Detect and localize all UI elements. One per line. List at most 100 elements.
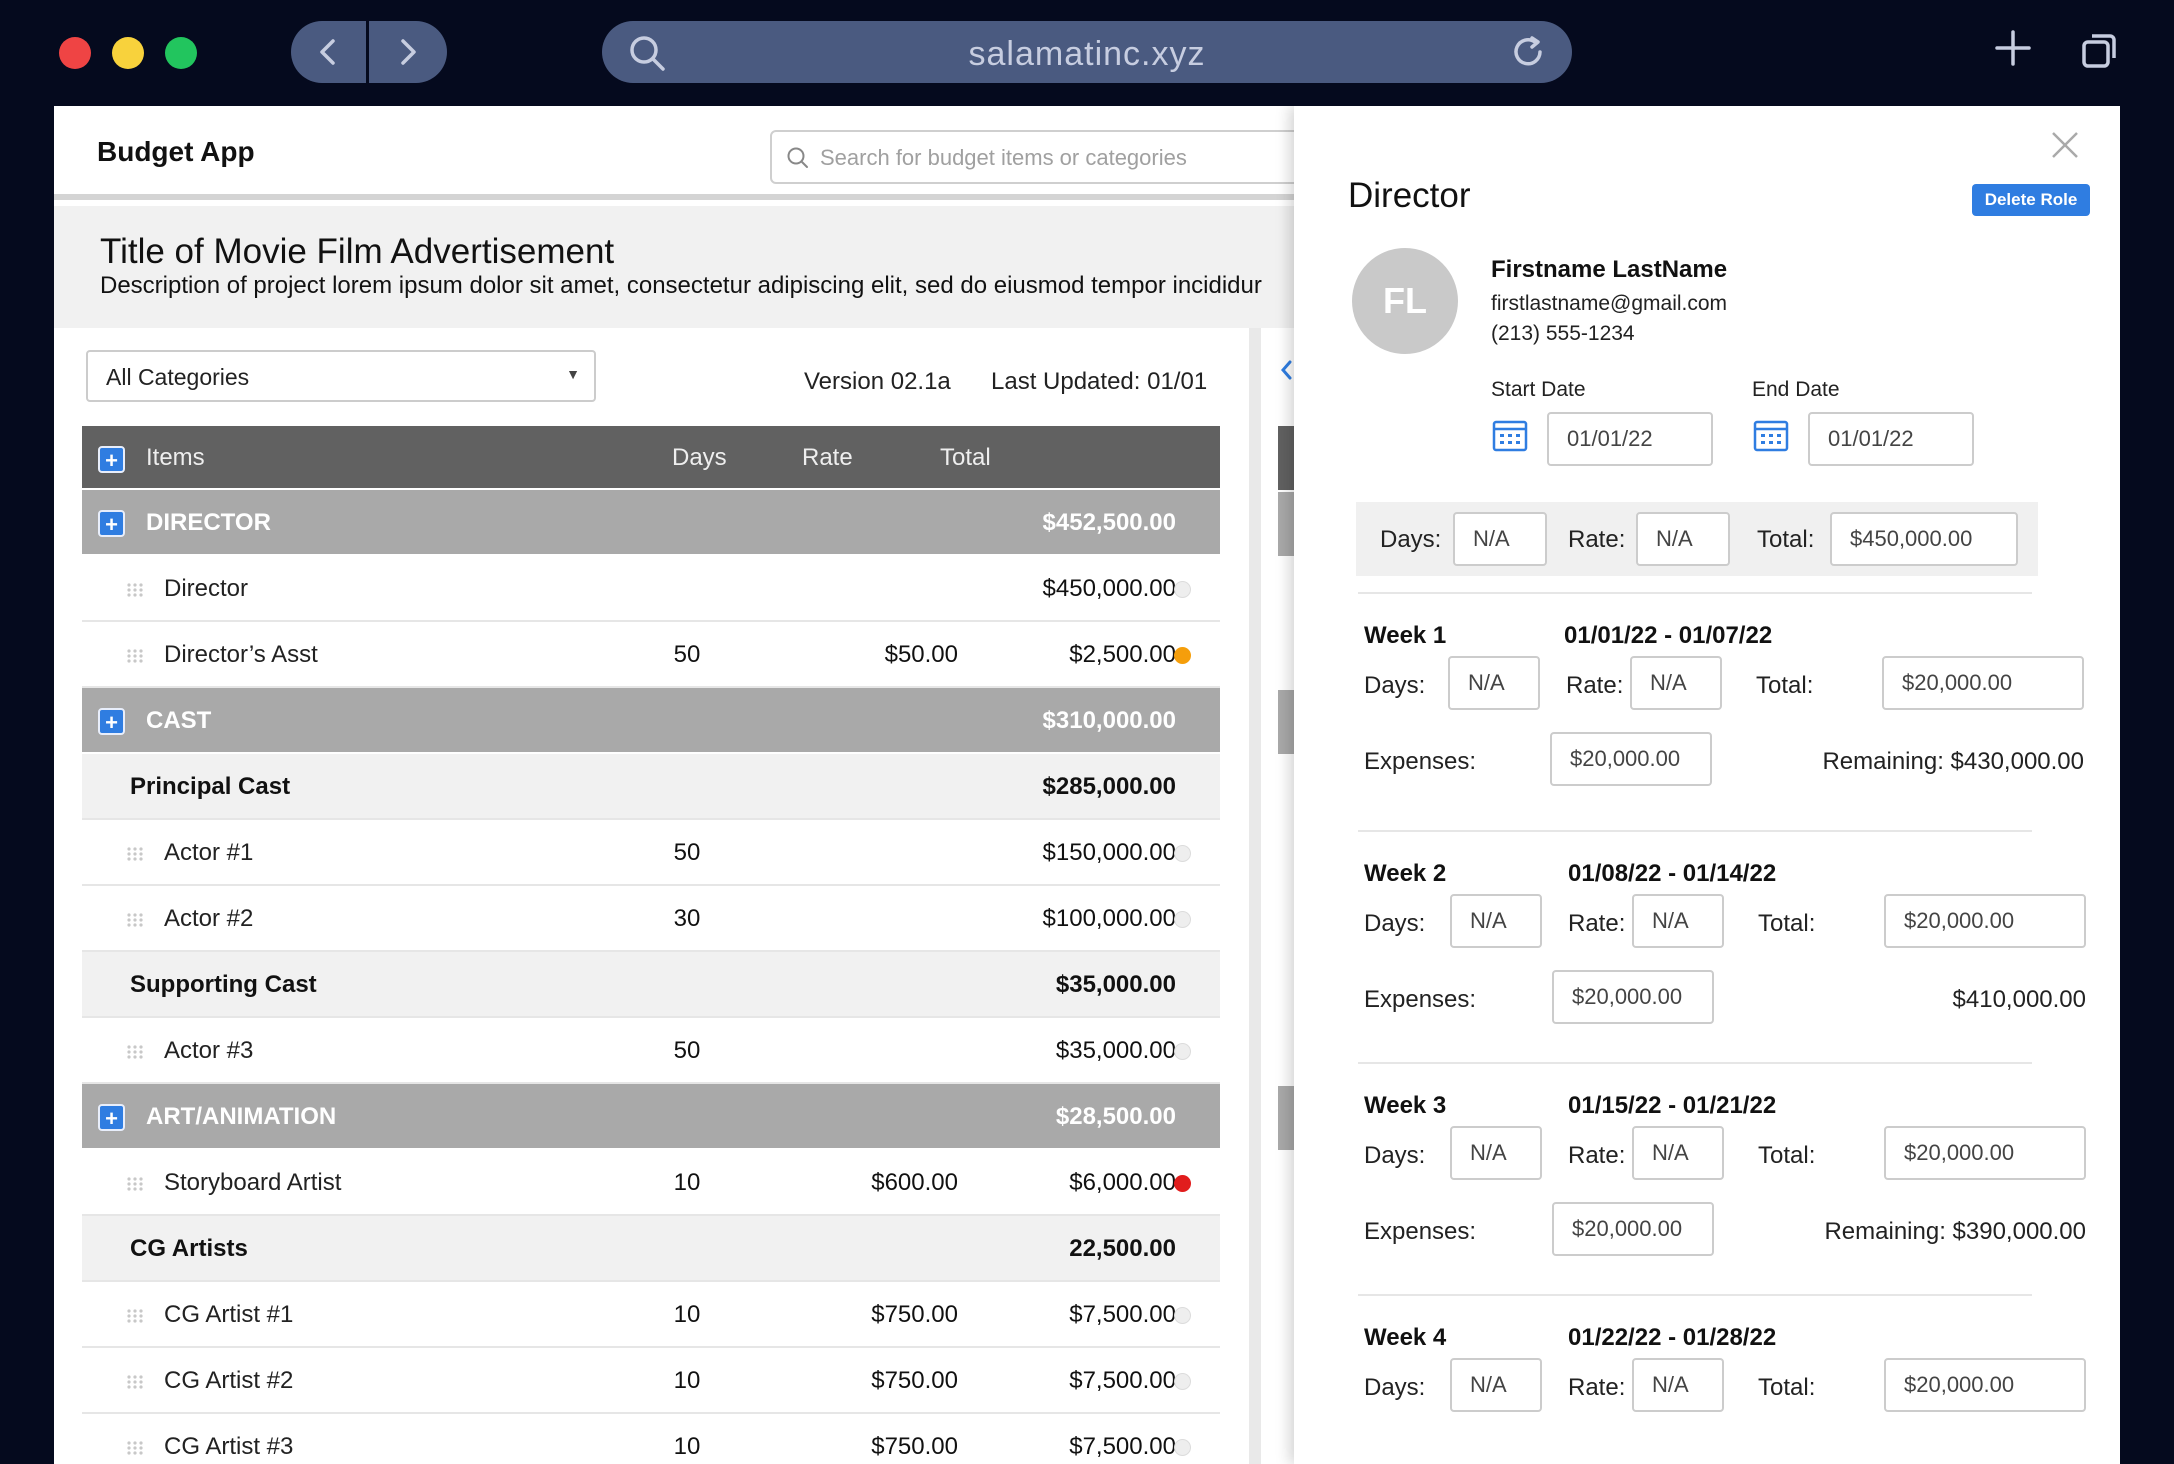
address-bar[interactable]: salamatinc.xyz <box>602 21 1572 83</box>
subcategory-name: Principal Cast <box>130 773 291 800</box>
caret-down-icon: ▼ <box>566 366 580 382</box>
week-expenses-label: Expenses: <box>1364 1218 1477 1245</box>
last-updated-info: Last Updated: 01/01 <box>991 368 1208 395</box>
week-total-input[interactable]: $20,000.00 <box>1884 1358 2086 1412</box>
item-total: $7,500.00 <box>1069 1301 1176 1328</box>
search-input[interactable] <box>820 140 1300 176</box>
table-body: + DIRECTOR $452,500.00 Director $450,000.00 D… <box>82 490 1220 1464</box>
table-row[interactable]: Actor #3 50 $35,000.00 <box>82 1018 1220 1084</box>
status-indicator[interactable] <box>1174 845 1191 862</box>
subcategory-row[interactable]: Principal Cast $285,000.00 <box>82 754 1220 820</box>
add-item-button[interactable]: + <box>98 446 125 473</box>
drag-handle-icon[interactable] <box>126 1045 144 1059</box>
window-maximize-button[interactable] <box>165 37 197 69</box>
table-row[interactable]: CG Artist #2 10 $750.00 $7,500.00 <box>82 1348 1220 1414</box>
week-title: Week 4 <box>1364 1324 1447 1351</box>
category-name: CAST <box>146 707 212 734</box>
new-tab-icon[interactable] <box>1993 28 2033 68</box>
drag-handle-icon[interactable] <box>126 583 144 597</box>
table-scrollbar[interactable] <box>1249 328 1261 1464</box>
category-row[interactable]: + ART/ANIMATION $28,500.00 <box>82 1084 1220 1150</box>
week-rate-label: Rate: <box>1568 1142 1626 1169</box>
week-rate-input[interactable]: N/A <box>1632 1126 1724 1180</box>
status-indicator[interactable] <box>1174 581 1191 598</box>
table-row[interactable]: Director’s Asst 50 $50.00 $2,500.00 <box>82 622 1220 688</box>
status-indicator[interactable] <box>1174 1373 1191 1390</box>
item-name: CG Artist #1 <box>164 1301 294 1328</box>
subcategory-row[interactable]: CG Artists 22,500.00 <box>82 1216 1220 1282</box>
add-to-category-button[interactable]: + <box>98 510 125 537</box>
week-total-input[interactable]: $20,000.00 <box>1884 1126 2086 1180</box>
subcategory-name: CG Artists <box>130 1235 248 1262</box>
drag-handle-icon[interactable] <box>126 1375 144 1389</box>
forward-arrow-icon[interactable] <box>393 38 421 66</box>
week-section: Week 1 01/01/22 - 01/07/22 Days: N/A Rate: N/… <box>1294 106 2120 786</box>
reload-icon[interactable] <box>1510 34 1546 70</box>
table-row[interactable]: Actor #1 50 $150,000.00 <box>82 820 1220 886</box>
item-total: $2,500.00 <box>1069 641 1176 668</box>
week-title: Week 3 <box>1364 1092 1447 1119</box>
item-rate: $750.00 <box>871 1301 958 1328</box>
item-days: 30 <box>673 905 701 932</box>
category-row[interactable]: + DIRECTOR $452,500.00 <box>82 490 1220 556</box>
table-row[interactable]: CG Artist #1 10 $750.00 $7,500.00 <box>82 1282 1220 1348</box>
week-rate-label: Rate: <box>1568 1374 1626 1401</box>
item-total: $35,000.00 <box>1055 1037 1176 1064</box>
version-info: Version 02.1a <box>804 368 951 395</box>
item-rate: $50.00 <box>884 641 958 668</box>
drag-handle-icon[interactable] <box>126 1177 144 1191</box>
item-rate: $600.00 <box>871 1169 958 1196</box>
drag-handle-icon[interactable] <box>126 847 144 861</box>
history-nav <box>291 21 447 83</box>
drag-handle-icon[interactable] <box>126 913 144 927</box>
week-date-range: 01/22/22 - 01/28/22 <box>1568 1324 1777 1351</box>
search-box[interactable] <box>770 130 1330 184</box>
project-description: Description of project lorem ipsum dolor… <box>100 272 1262 299</box>
item-rate: $750.00 <box>871 1433 958 1460</box>
status-indicator[interactable] <box>1174 1439 1191 1456</box>
item-days: 10 <box>673 1301 701 1328</box>
status-indicator[interactable] <box>1174 647 1191 664</box>
subcategory-row[interactable]: Supporting Cast $35,000.00 <box>82 952 1220 1018</box>
item-total: $150,000.00 <box>1042 839 1176 866</box>
status-indicator[interactable] <box>1174 1307 1191 1324</box>
table-row[interactable]: Director $450,000.00 <box>82 556 1220 622</box>
week-expenses-input[interactable]: $20,000.00 <box>1552 1202 1714 1256</box>
add-to-category-button[interactable]: + <box>98 708 125 735</box>
window-minimize-button[interactable] <box>112 37 144 69</box>
item-name: Actor #2 <box>164 905 254 932</box>
item-total: $7,500.00 <box>1069 1433 1176 1460</box>
back-arrow-icon[interactable] <box>315 38 343 66</box>
table-row[interactable]: CG Artist #3 10 $750.00 $7,500.00 <box>82 1414 1220 1464</box>
item-days: 10 <box>673 1169 701 1196</box>
week-days-input[interactable]: N/A <box>1450 1126 1542 1180</box>
week-days-label: Days: <box>1364 1374 1426 1401</box>
category-select-value: All Categories <box>106 364 250 390</box>
status-indicator[interactable] <box>1174 911 1191 928</box>
project-header: Title of Movie Film Advertisement Descri… <box>54 206 1294 328</box>
table-row[interactable]: Storyboard Artist 10 $600.00 $6,000.00 <box>82 1150 1220 1216</box>
week-rate-input[interactable]: N/A <box>1632 1358 1724 1412</box>
status-indicator[interactable] <box>1174 1175 1191 1192</box>
status-indicator[interactable] <box>1174 1043 1191 1060</box>
week-section: Week 2 01/08/22 - 01/14/22 Days: N/A Rate: N/… <box>1294 344 2120 1024</box>
drag-handle-icon[interactable] <box>126 1309 144 1323</box>
week-divider <box>1358 1294 2032 1296</box>
week-days-input[interactable]: N/A <box>1450 1358 1542 1412</box>
category-row[interactable]: + CAST $310,000.00 <box>82 688 1220 754</box>
window-close-button[interactable] <box>59 37 91 69</box>
drag-handle-icon[interactable] <box>126 649 144 663</box>
drag-handle-icon[interactable] <box>126 1441 144 1455</box>
week-divider <box>1358 1062 2032 1064</box>
category-select[interactable]: All Categories ▼ <box>86 350 596 402</box>
tabs-overview-icon[interactable] <box>2080 30 2120 70</box>
week-section: Week 3 01/15/22 - 01/21/22 Days: N/A Rate: N/… <box>1294 576 2120 1256</box>
header-total: Total <box>940 444 991 471</box>
item-total: $6,000.00 <box>1069 1169 1176 1196</box>
add-to-category-button[interactable]: + <box>98 1104 125 1131</box>
chevron-left-icon[interactable] <box>1278 358 1294 382</box>
budget-table: + Items Days Rate Total + DIRECTOR $452,50… <box>82 426 1220 1464</box>
item-name: Storyboard Artist <box>164 1169 342 1196</box>
table-row[interactable]: Actor #2 30 $100,000.00 <box>82 886 1220 952</box>
role-detail-panel: Director Delete Role FL Firstname LastNa… <box>1294 106 2120 1464</box>
